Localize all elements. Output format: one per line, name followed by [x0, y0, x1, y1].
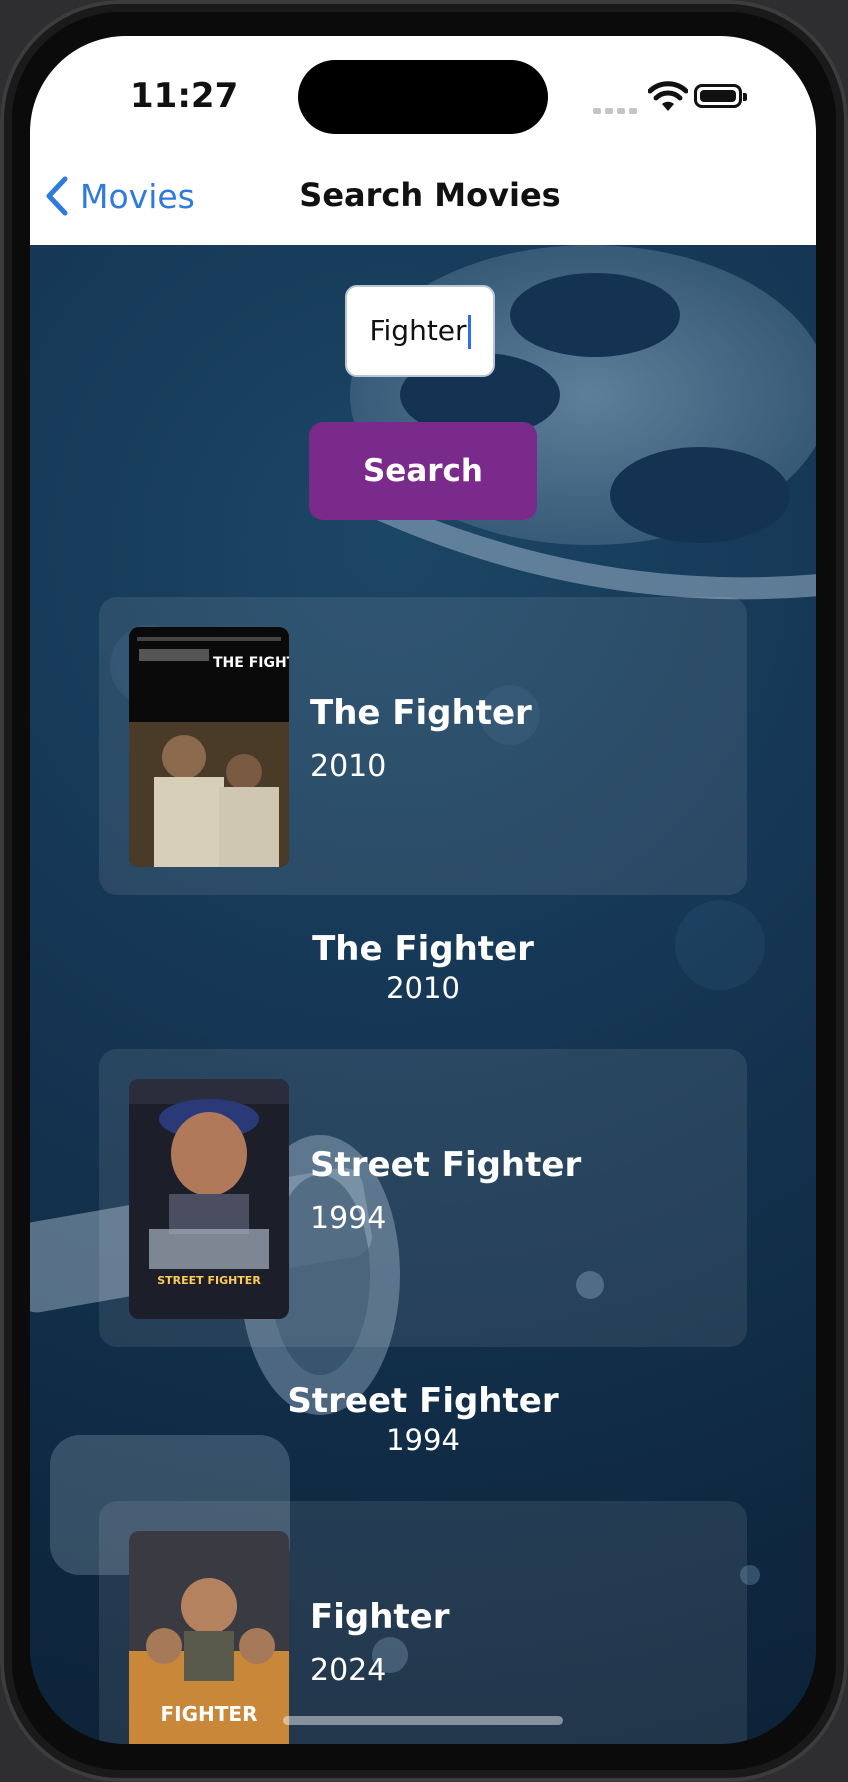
- caption-year: 2010: [386, 971, 460, 1005]
- home-indicator[interactable]: [283, 1716, 563, 1725]
- result-title: Street Fighter: [310, 1145, 582, 1185]
- result-year: 2010: [310, 749, 387, 784]
- result-year: 1994: [310, 1201, 387, 1236]
- movie-poster: THE FIGHTER: [129, 627, 289, 867]
- movie-poster: STREET FIGHTER: [129, 1079, 289, 1319]
- poster-title: STREET FIGHTER: [157, 1274, 261, 1287]
- result-card-street-fighter[interactable]: STREET FIGHTER Street Fighter 1994: [99, 1049, 747, 1347]
- dynamic-island: [298, 60, 548, 134]
- back-button[interactable]: Movies: [44, 176, 195, 216]
- result-caption-street-fighter: Street Fighter 1994: [30, 1381, 816, 1457]
- caption-year: 1994: [386, 1423, 460, 1457]
- search-button[interactable]: Search: [309, 422, 537, 520]
- battery-icon: [694, 84, 747, 108]
- caption-title: Street Fighter: [287, 1381, 559, 1421]
- poster-title: FIGHTER: [161, 1702, 258, 1726]
- page-title: Search Movies: [299, 176, 561, 214]
- result-year: 2024: [310, 1653, 387, 1688]
- back-button-label: Movies: [80, 176, 195, 216]
- status-time: 11:27: [130, 76, 239, 116]
- poster-title: THE FIGHTER: [213, 655, 289, 671]
- result-title: The Fighter: [310, 693, 532, 733]
- cellular-signal-icon: [593, 99, 641, 118]
- search-results-area[interactable]: Fighter Search THE FIGHTER The Fighter 2…: [30, 245, 816, 1744]
- caption-title: The Fighter: [312, 929, 534, 969]
- text-caret: [467, 315, 471, 349]
- chevron-left-icon: [46, 176, 68, 216]
- result-card-the-fighter[interactable]: THE FIGHTER The Fighter 2010: [99, 597, 747, 895]
- screen: 11:27 Movies Search Movies Fighter Searc…: [30, 36, 816, 1744]
- result-title: Fighter: [310, 1597, 450, 1637]
- search-input[interactable]: Fighter: [345, 285, 495, 377]
- result-card-fighter[interactable]: FIGHTER Fighter 2024: [99, 1501, 747, 1744]
- result-caption-the-fighter: The Fighter 2010: [30, 929, 816, 1005]
- movie-poster: FIGHTER: [129, 1531, 289, 1744]
- wifi-icon: [648, 81, 688, 111]
- search-input-value: Fighter: [369, 314, 467, 347]
- navigation-bar: 11:27 Movies Search Movies: [30, 36, 816, 245]
